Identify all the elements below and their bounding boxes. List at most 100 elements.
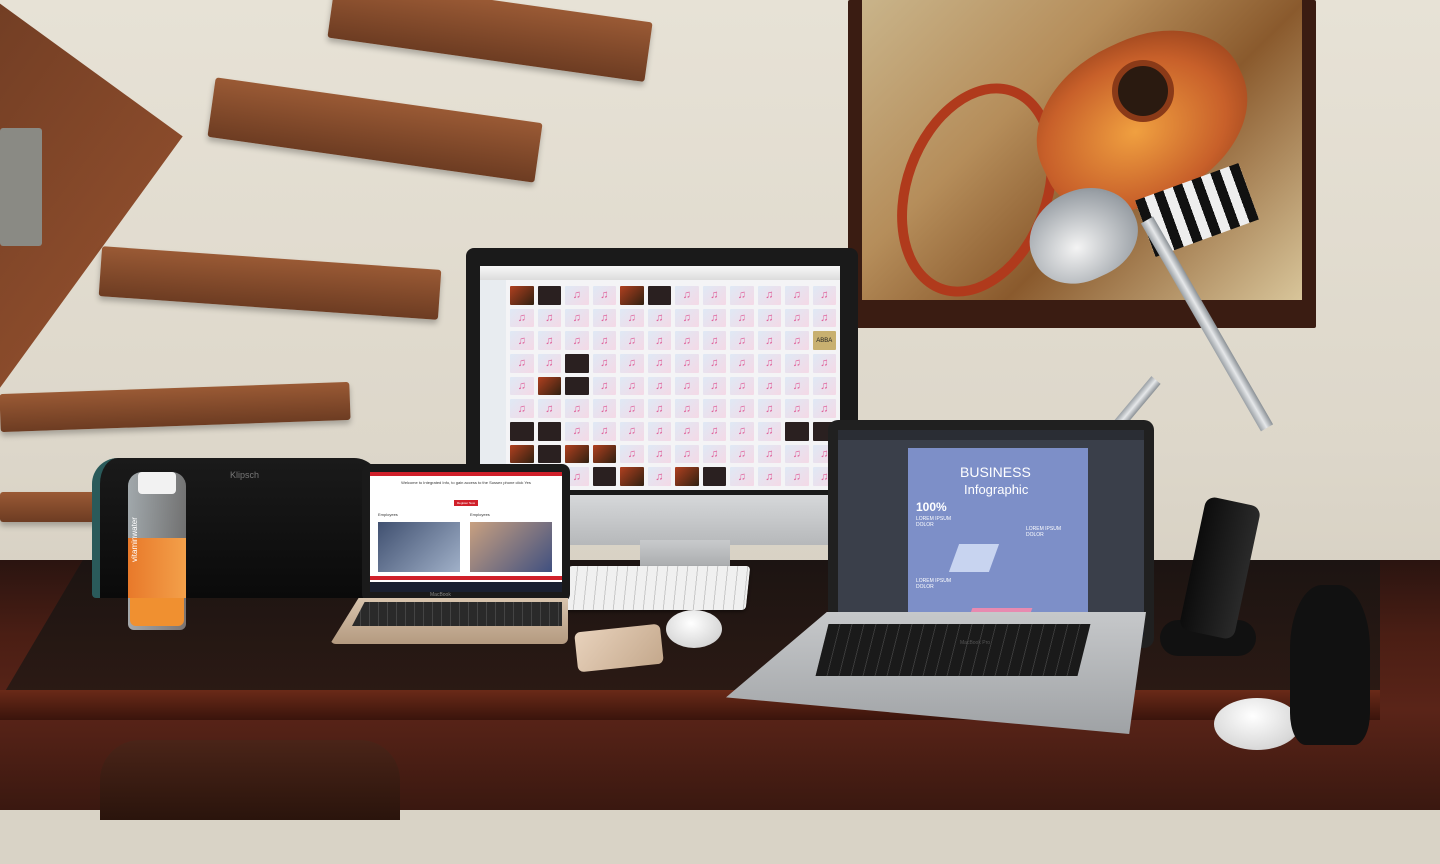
album-tile[interactable]: ♫ xyxy=(785,331,809,350)
album-tile[interactable]: ♫ xyxy=(785,353,809,373)
album-tile[interactable] xyxy=(620,467,644,486)
album-tile[interactable]: ♫ xyxy=(757,286,781,305)
album-tile[interactable]: ♫ xyxy=(702,444,726,464)
album-tile[interactable]: ♫ xyxy=(620,331,644,350)
album-tile[interactable]: ♫ xyxy=(730,331,754,350)
album-tile[interactable]: ♫ xyxy=(757,353,781,373)
album-tile[interactable] xyxy=(702,467,726,486)
album-tile[interactable]: ♫ xyxy=(510,331,534,350)
album-tile[interactable] xyxy=(647,286,671,305)
album-tile[interactable]: ♫ xyxy=(592,421,616,441)
album-tile[interactable]: ♫ xyxy=(702,308,726,328)
album-tile[interactable]: ♫ xyxy=(702,421,726,441)
album-tile[interactable]: ♫ xyxy=(537,308,561,328)
album-tile[interactable]: ♫ xyxy=(675,399,699,418)
album-tile[interactable]: ♫ xyxy=(510,353,534,373)
album-tile[interactable]: ♫ xyxy=(592,399,616,418)
album-tile[interactable]: ♫ xyxy=(620,308,644,328)
album-tile[interactable]: ♫ xyxy=(565,331,589,350)
album-tile[interactable] xyxy=(510,421,534,441)
album-tile[interactable]: ♫ xyxy=(592,331,616,350)
album-tile[interactable] xyxy=(510,286,534,305)
album-tile[interactable]: ♫ xyxy=(730,376,754,396)
album-tile[interactable]: ♫ xyxy=(675,286,699,305)
album-tile[interactable]: ♫ xyxy=(785,376,809,396)
album-tile[interactable]: ♫ xyxy=(812,308,836,328)
album-tile[interactable]: ♫ xyxy=(785,467,809,486)
album-tile[interactable]: ♫ xyxy=(620,353,644,373)
album-tile[interactable]: ♫ xyxy=(537,399,561,418)
album-tile[interactable]: ♫ xyxy=(675,376,699,396)
album-tile[interactable]: ♫ xyxy=(647,308,671,328)
album-tile[interactable] xyxy=(565,444,589,464)
album-tile[interactable]: ♫ xyxy=(620,399,644,418)
album-tile[interactable]: ♫ xyxy=(675,353,699,373)
album-tile[interactable]: ♫ xyxy=(510,399,534,418)
album-tile[interactable]: ♫ xyxy=(702,286,726,305)
album-tile[interactable]: ♫ xyxy=(592,353,616,373)
album-tile[interactable]: ♫ xyxy=(565,421,589,441)
album-tile[interactable]: ♫ xyxy=(592,376,616,396)
album-tile[interactable]: ♫ xyxy=(647,467,671,486)
album-tile[interactable]: ♫ xyxy=(510,308,534,328)
album-tile[interactable]: ♫ xyxy=(702,399,726,418)
album-tile[interactable] xyxy=(565,353,589,373)
album-tile[interactable]: ♫ xyxy=(757,399,781,418)
album-tile[interactable] xyxy=(510,444,534,464)
album-tile[interactable]: ♫ xyxy=(565,286,589,305)
album-tile[interactable]: ♫ xyxy=(757,421,781,441)
album-tile[interactable]: ♫ xyxy=(647,376,671,396)
album-tile[interactable]: ♫ xyxy=(675,444,699,464)
album-tile[interactable]: ♫ xyxy=(647,421,671,441)
album-tile[interactable]: ♫ xyxy=(785,444,809,464)
album-tile[interactable]: ♫ xyxy=(812,353,836,373)
album-tile[interactable]: ♫ xyxy=(647,444,671,464)
album-tile[interactable]: ♫ xyxy=(730,399,754,418)
album-tile[interactable] xyxy=(785,421,809,441)
album-tile[interactable]: ♫ xyxy=(620,421,644,441)
album-tile[interactable]: ♫ xyxy=(565,308,589,328)
album-tile[interactable]: ♫ xyxy=(565,399,589,418)
album-tile[interactable]: ♫ xyxy=(757,376,781,396)
album-tile[interactable]: ♫ xyxy=(730,353,754,373)
album-tile[interactable]: ♫ xyxy=(675,308,699,328)
album-tile[interactable] xyxy=(537,286,561,305)
album-tile[interactable]: ♫ xyxy=(730,467,754,486)
album-tile[interactable]: ♫ xyxy=(702,376,726,396)
album-tile[interactable]: ♫ xyxy=(592,308,616,328)
album-tile[interactable]: ♫ xyxy=(647,399,671,418)
album-tile[interactable]: ♫ xyxy=(675,331,699,350)
album-tile[interactable]: ♫ xyxy=(510,376,534,396)
album-tile[interactable]: ♫ xyxy=(757,444,781,464)
register-button[interactable]: Register Now xyxy=(454,500,478,506)
album-tile[interactable]: ♫ xyxy=(592,286,616,305)
album-tile[interactable]: ♫ xyxy=(730,286,754,305)
album-tile[interactable]: ♫ xyxy=(647,331,671,350)
album-tile[interactable]: ♫ xyxy=(730,308,754,328)
album-tile[interactable]: ♫ xyxy=(757,308,781,328)
album-tile[interactable]: ♫ xyxy=(730,444,754,464)
album-tile[interactable]: ♫ xyxy=(620,444,644,464)
album-tile[interactable] xyxy=(537,444,561,464)
album-tile[interactable]: ♫ xyxy=(812,376,836,396)
album-tile[interactable] xyxy=(537,421,561,441)
album-tile[interactable]: ♫ xyxy=(757,331,781,350)
album-tile[interactable]: ♫ xyxy=(537,331,561,350)
album-tile[interactable]: ♫ xyxy=(730,421,754,441)
album-tile[interactable]: ♫ xyxy=(537,353,561,373)
album-tile[interactable] xyxy=(675,467,699,486)
album-tile[interactable]: ♫ xyxy=(757,467,781,486)
album-tile[interactable] xyxy=(537,376,561,396)
album-tile[interactable]: ♫ xyxy=(785,286,809,305)
album-tile[interactable]: ABBA xyxy=(812,331,836,350)
album-tile[interactable]: ♫ xyxy=(702,353,726,373)
album-tile[interactable] xyxy=(592,444,616,464)
album-tile[interactable]: ♫ xyxy=(812,399,836,418)
album-tile[interactable]: ♫ xyxy=(620,376,644,396)
album-tile[interactable]: ♫ xyxy=(702,331,726,350)
album-tile[interactable]: ♫ xyxy=(785,399,809,418)
album-tile[interactable] xyxy=(565,376,589,396)
album-tile[interactable]: ♫ xyxy=(812,286,836,305)
album-tile[interactable]: ♫ xyxy=(785,308,809,328)
album-tile[interactable]: ♫ xyxy=(647,353,671,373)
